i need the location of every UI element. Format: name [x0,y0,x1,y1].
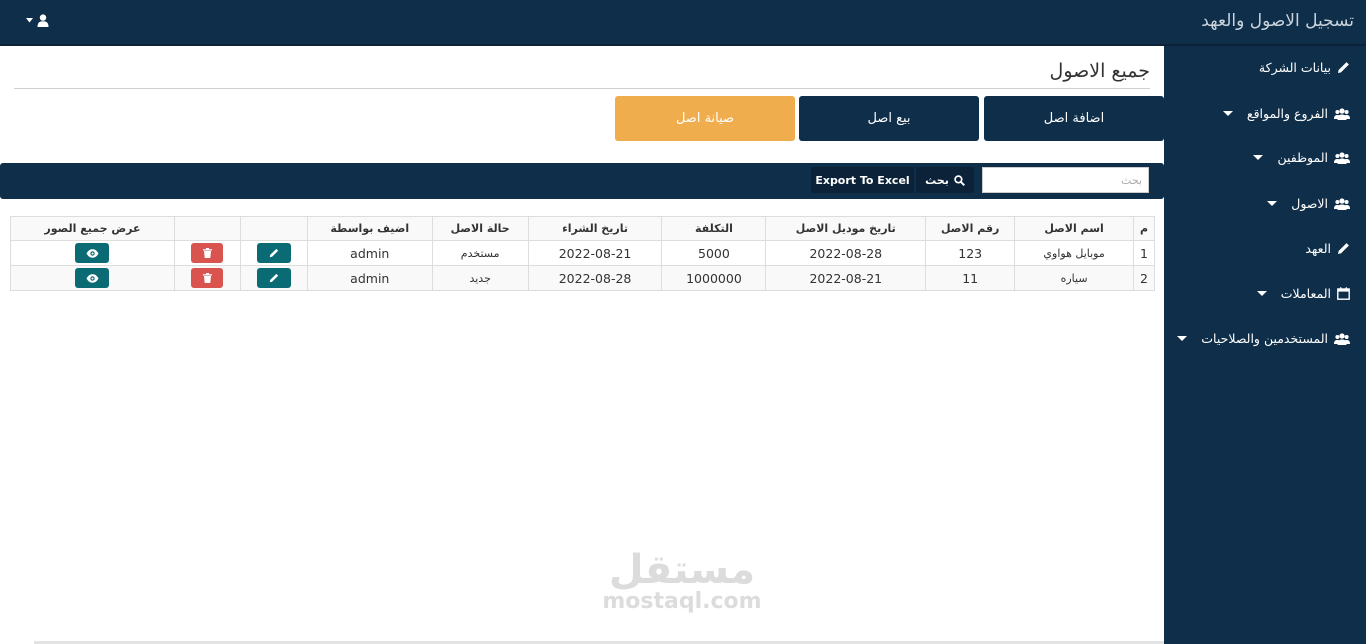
column-header: اضيف بواسطة [306,216,433,241]
column-header: التكلفة [661,216,767,241]
model-date: 2022-08-21 [765,265,927,291]
add-asset-button[interactable]: اضافة اصل [984,96,1164,141]
search-button-label: بحث [925,173,949,187]
edit-cell [239,240,308,266]
asset-number: 11 [925,265,1016,291]
column-header [173,216,241,241]
column-header: تاريخ الشراء [527,216,663,241]
users-icon [1334,197,1350,210]
view-images-cell [10,240,175,266]
delete-cell [173,240,241,266]
title-divider [14,88,1150,89]
top-navbar: تسجيل الاصول والعهد [0,0,1366,46]
row-index: 1 [1133,240,1155,266]
caret-down-icon [1222,111,1233,116]
search-icon [954,174,965,186]
users-icon [1334,107,1350,120]
trash-icon [202,248,212,258]
sidebar-item-assets[interactable]: الاصول [1267,196,1350,211]
pencil-icon [1338,243,1349,254]
sidebar: بيانات الشركة الفروع والمواقع الموظفين ا… [1164,46,1366,644]
delete-button[interactable] [191,243,224,263]
asset-cost: 1000000 [661,265,767,291]
search-input[interactable] [982,167,1149,193]
asset-number: 123 [925,240,1016,266]
caret-down-icon [26,18,33,23]
delete-cell [173,265,241,291]
table-row: 2 سياره 11 2022-08-21 1000000 2022-08-28… [10,265,1155,291]
calendar-icon [1337,287,1350,300]
column-header: اسم الاصل [1014,216,1135,241]
users-icon [1334,151,1350,164]
table-row: 1 موبايل هواوي 123 2022-08-28 5000 2022-… [10,240,1155,266]
pencil-icon [1338,62,1349,73]
sidebar-item-employees[interactable]: الموظفين [1253,150,1350,165]
sidebar-item-label: المعاملات [1280,286,1331,301]
caret-down-icon [1253,155,1264,160]
sidebar-item-users-permissions[interactable]: المستخدمين والصلاحيات [1177,331,1350,346]
pencil-icon [269,273,278,283]
pencil-icon [269,248,278,258]
watermark-arabic: مستقل [608,547,756,593]
column-header: حالة الاصل [431,216,529,241]
view-images-cell [10,265,175,291]
delete-button[interactable] [191,268,224,288]
watermark: مستقل mostaql.com [597,550,767,614]
main-content: جميع الاصول اضافة اصل بيع اصل صيانة اصل … [0,46,1164,644]
table-header-row: م اسم الاصل رقم الاصل تاريخ موديل الاصل … [10,216,1155,241]
added-by: admin [306,240,433,266]
asset-status: مستخدم [431,240,529,266]
sidebar-item-label: بيانات الشركة [1258,60,1331,75]
column-header: عرض جميع الصور [10,216,175,241]
caret-down-icon [1177,336,1188,341]
column-header: م [1133,216,1155,241]
search-button[interactable]: بحث [916,167,974,193]
sidebar-item-label: المستخدمين والصلاحيات [1201,331,1328,346]
purchase-date: 2022-08-21 [527,240,663,266]
assets-table: م اسم الاصل رقم الاصل تاريخ موديل الاصل … [10,216,1155,291]
sidebar-item-label: الموظفين [1277,150,1328,165]
added-by: admin [306,265,433,291]
user-icon [37,14,49,27]
sidebar-item-company-data[interactable]: بيانات الشركة [1259,60,1350,75]
view-images-button[interactable] [75,243,110,263]
watermark-latin: mostaql.com [602,589,762,614]
row-index: 2 [1133,265,1155,291]
caret-down-icon [1256,291,1267,296]
sell-asset-button[interactable]: بيع اصل [799,96,979,141]
sidebar-item-label: الفروع والمواقع [1246,106,1328,121]
sidebar-item-transactions[interactable]: المعاملات [1256,286,1350,301]
user-menu[interactable] [26,14,49,27]
edit-button[interactable] [256,243,291,263]
eye-icon [86,248,99,258]
edit-button[interactable] [256,268,291,288]
caret-down-icon [1267,201,1278,206]
sidebar-item-label: الاصول [1291,196,1328,211]
view-images-button[interactable] [75,268,110,288]
trash-icon [202,273,212,283]
column-header: تاريخ موديل الاصل [765,216,927,241]
sidebar-item-custody[interactable]: العهد [1305,241,1350,256]
eye-icon [86,273,99,283]
edit-cell [239,265,308,291]
search-toolbar: بحث Export To Excel [0,163,1164,199]
asset-status: جديد [431,265,529,291]
asset-cost: 5000 [661,240,767,266]
asset-name: سياره [1014,265,1135,291]
page-title: جميع الاصول [1049,60,1150,82]
column-header [239,216,308,241]
app-title: تسجيل الاصول والعهد [1201,11,1354,31]
users-icon [1334,332,1350,345]
export-excel-button[interactable]: Export To Excel [811,167,914,193]
purchase-date: 2022-08-28 [527,265,663,291]
maintain-asset-button[interactable]: صيانة اصل [615,96,795,141]
column-header: رقم الاصل [925,216,1016,241]
sidebar-item-label: العهد [1305,241,1331,256]
asset-name: موبايل هواوي [1014,240,1135,266]
model-date: 2022-08-28 [765,240,927,266]
sidebar-item-branches[interactable]: الفروع والمواقع [1222,106,1350,121]
